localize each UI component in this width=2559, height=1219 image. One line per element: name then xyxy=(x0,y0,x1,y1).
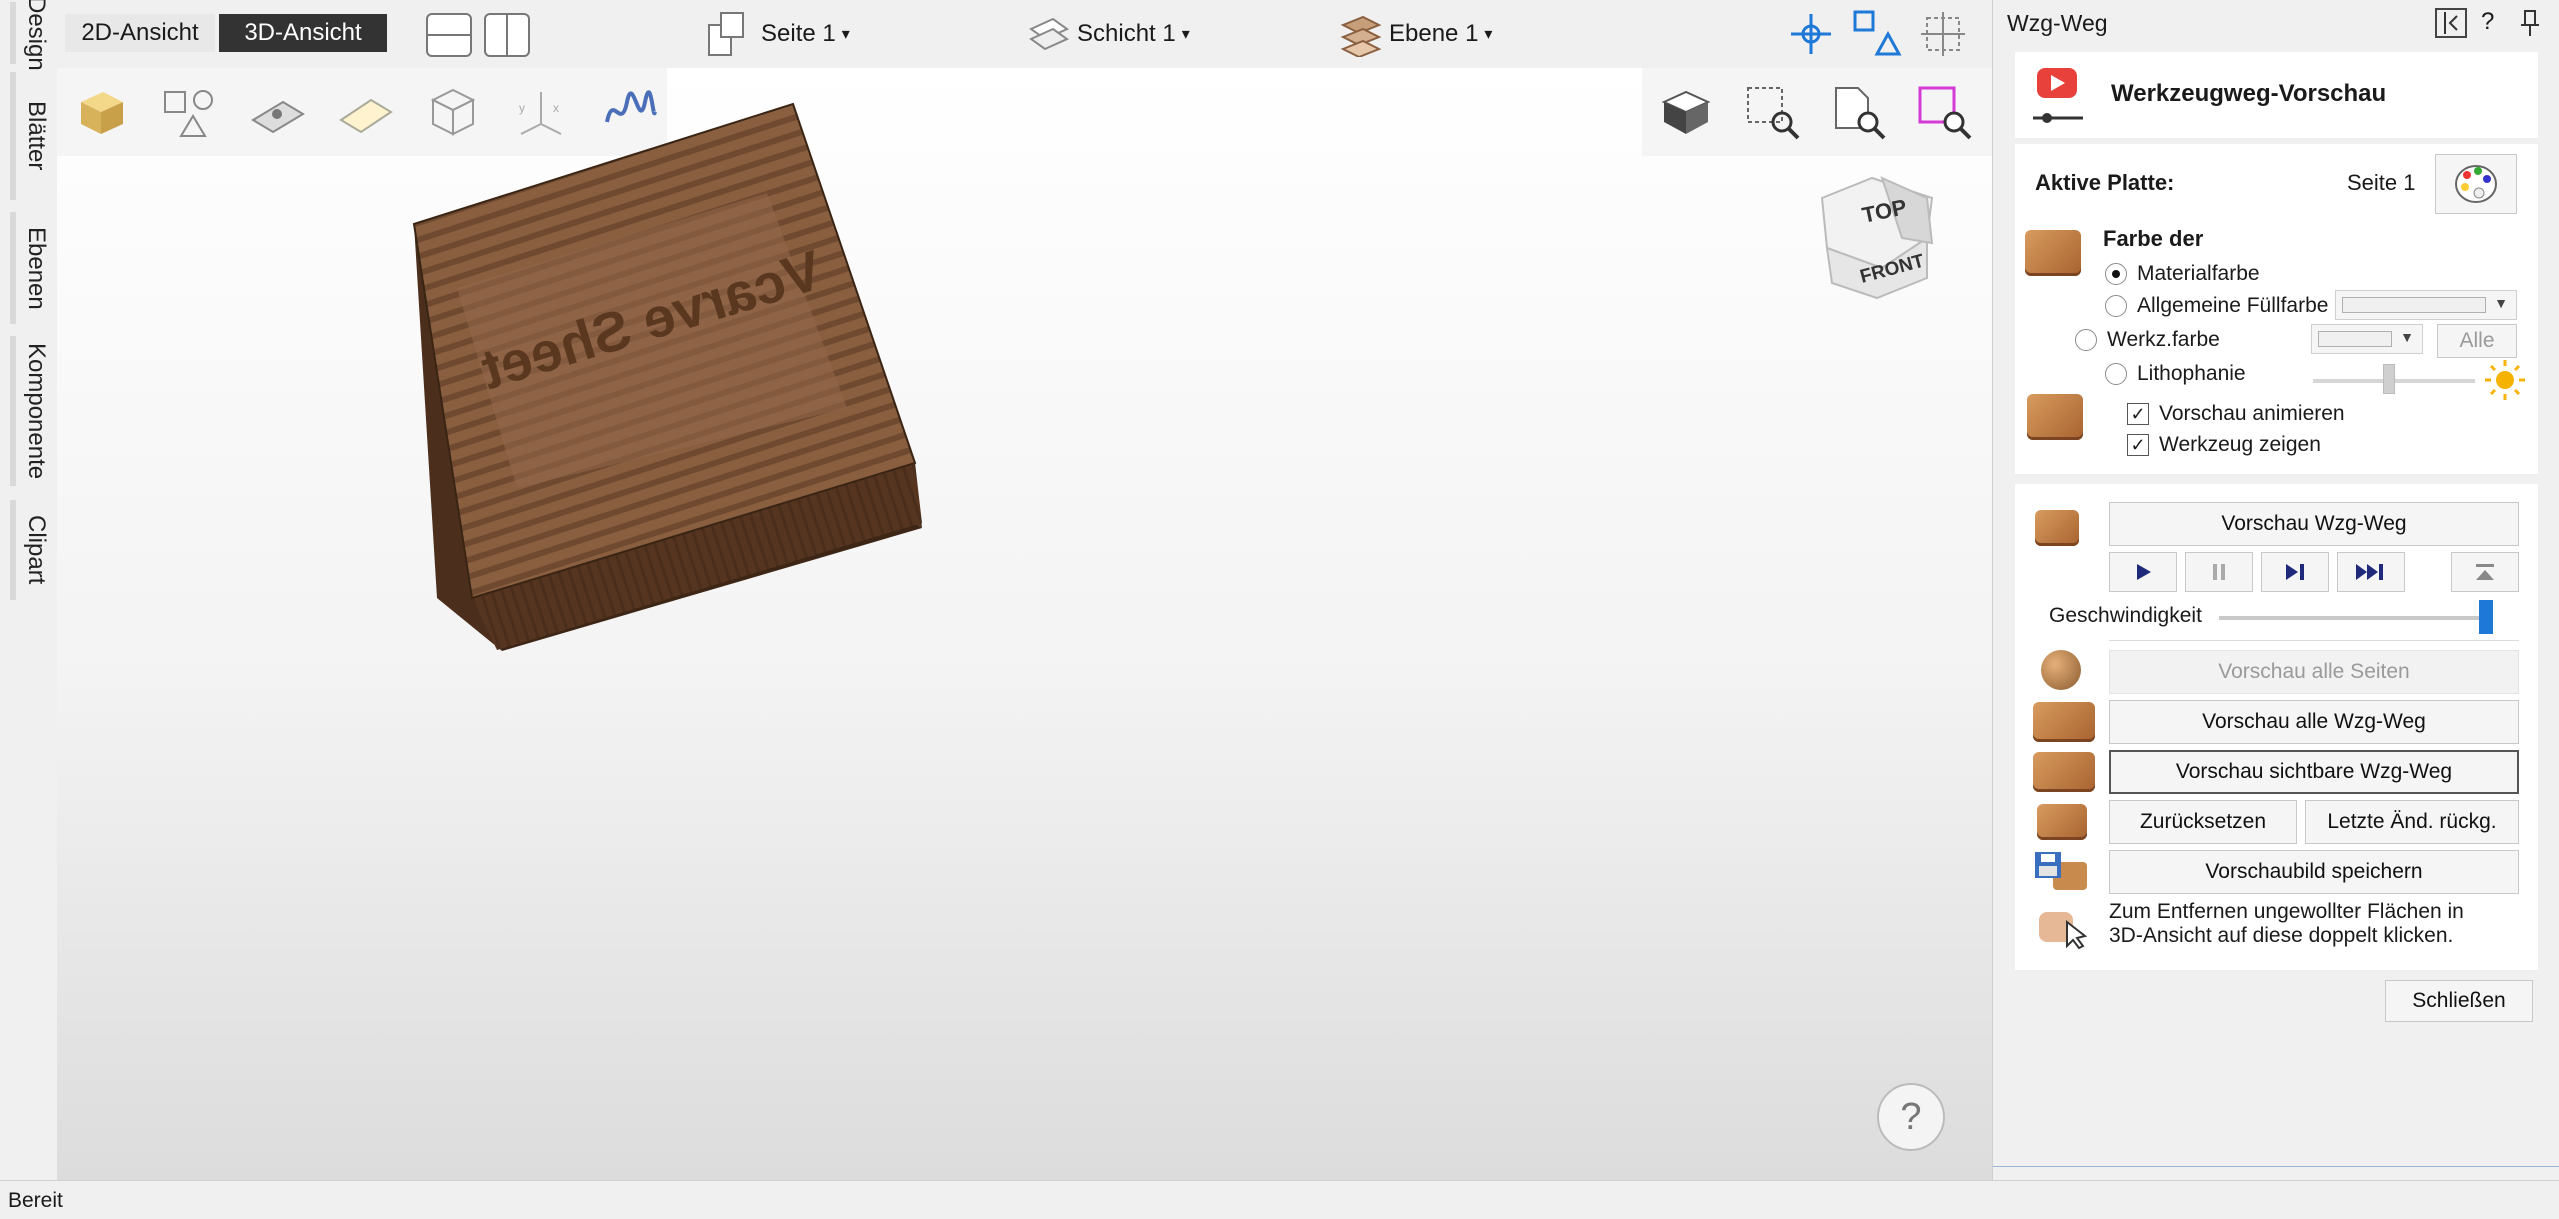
preview-all-sheets-icon xyxy=(2041,650,2081,690)
speed-slider[interactable] xyxy=(2219,616,2493,620)
3d-model-canvas[interactable]: Vcarve Sheet xyxy=(57,68,1992,1180)
double-click-hint-icon xyxy=(2037,904,2091,950)
separator xyxy=(2109,640,2519,641)
check-animate[interactable]: ✓ xyxy=(2127,403,2149,425)
layer-icon xyxy=(1029,17,1069,51)
hint-line-1: Zum Entfernen ungewollter Flächen in xyxy=(2109,900,2464,923)
step-forward-button[interactable] xyxy=(2261,552,2329,592)
tool-color-combo[interactable]: ▼ xyxy=(2311,324,2423,354)
status-bar: Bereit xyxy=(0,1180,2559,1219)
sheet-dropdown[interactable]: Seite 1 ▾ xyxy=(707,10,850,58)
tab-clipart[interactable]: Clipart xyxy=(10,500,56,600)
preview-actions-card: Vorschau Wzg-Weg Geschwindigkeit Vorscha… xyxy=(2015,484,2538,970)
check-show-tool-label: Werkzeug zeigen xyxy=(2159,433,2321,456)
tab-blaetter[interactable]: Blätter xyxy=(10,72,56,200)
radio-tool-color[interactable] xyxy=(2075,329,2097,351)
split-horizontal-icon[interactable] xyxy=(425,12,473,58)
panel-title: Wzg-Weg xyxy=(2007,10,2108,36)
split-vertical-icon[interactable] xyxy=(483,12,531,58)
sheet-icon xyxy=(708,12,744,56)
chevron-down-icon: ▼ xyxy=(2400,329,2414,345)
panel-header: Wzg-Weg ? xyxy=(1993,0,2559,46)
fill-color-combo[interactable]: ▼ xyxy=(2335,290,2517,320)
palette-icon xyxy=(2455,165,2497,203)
panel-bottom-border xyxy=(1993,1166,2559,1167)
snap-shape-icon[interactable] xyxy=(1851,8,1903,60)
step-forward-icon xyxy=(2286,564,2304,580)
preview-title: Werkzeugweg-Vorschau xyxy=(2111,80,2387,107)
check-show-tool[interactable]: ✓ xyxy=(2127,434,2149,456)
preview-header-card: Werkzeugweg-Vorschau xyxy=(2015,52,2538,138)
color-of-label: Farbe der xyxy=(2103,226,2204,251)
tab-komponente[interactable]: Komponente xyxy=(10,336,56,486)
help-button[interactable]: ? xyxy=(1877,1083,1945,1151)
color-settings-card: Aktive Platte: Seite 1 Farbe der Materia… xyxy=(2015,144,2538,474)
layer-dropdown[interactable]: Schicht 1 ▾ xyxy=(1025,10,1190,58)
reset-top-button[interactable] xyxy=(2451,552,2519,592)
check-animate-label: Vorschau animieren xyxy=(2159,402,2345,425)
pause-icon xyxy=(2213,564,2225,580)
level-dropdown[interactable]: Ebene 1 ▾ xyxy=(1337,10,1492,58)
tab-design[interactable]: Design xyxy=(10,0,56,70)
preview-visible-toolpaths-icon xyxy=(2033,752,2095,792)
view-2d-button[interactable]: 2D-Ansicht xyxy=(65,14,215,52)
snap-center-icon[interactable] xyxy=(1787,10,1835,58)
hint-line-2: 3D-Ansicht auf diese doppelt klicken. xyxy=(2109,924,2454,947)
chevron-down-icon: ▾ xyxy=(1181,26,1190,43)
pause-button[interactable] xyxy=(2185,552,2253,592)
radio-material-label: Materialfarbe xyxy=(2137,262,2260,285)
play-button[interactable] xyxy=(2109,552,2177,592)
radio-lithophane[interactable] xyxy=(2105,363,2127,385)
level-icon xyxy=(1340,15,1382,57)
all-button[interactable]: Alle xyxy=(2437,324,2517,358)
skip-end-button[interactable] xyxy=(2337,552,2405,592)
radio-material[interactable] xyxy=(2105,263,2127,285)
preview-toolpath-button[interactable]: Vorschau Wzg-Weg xyxy=(2109,502,2519,546)
reset-icon xyxy=(2037,804,2087,840)
play-icon xyxy=(2137,564,2151,580)
radio-lithophane-label: Lithophanie xyxy=(2137,362,2246,385)
chevron-down-icon: ▾ xyxy=(841,26,850,43)
speed-slider-thumb[interactable] xyxy=(2479,600,2493,634)
speed-label: Geschwindigkeit xyxy=(2049,604,2202,627)
sun-icon[interactable] xyxy=(2483,358,2527,402)
view-3d-button[interactable]: 3D-Ansicht xyxy=(219,14,387,52)
reset-button[interactable]: Zurücksetzen xyxy=(2109,800,2297,844)
material-color-icon xyxy=(2025,230,2081,276)
preview-toolpath-icon xyxy=(2035,510,2079,546)
preview-all-toolpaths-button[interactable]: Vorschau alle Wzg-Weg xyxy=(2109,700,2519,744)
arrow-up-bar-icon xyxy=(2476,564,2494,580)
save-preview-button[interactable]: Vorschaubild speichern xyxy=(2109,850,2519,894)
radio-general-fill-label: Allgemeine Füllfarbe xyxy=(2137,294,2329,317)
radio-tool-color-label: Werkz.farbe xyxy=(2107,328,2220,351)
preview-all-toolpaths-icon xyxy=(2033,702,2095,742)
3d-viewport[interactable]: yx Vcarve Sheet TOP FRONT ? xyxy=(57,68,1992,1180)
view-cube[interactable]: TOP FRONT xyxy=(1802,168,1952,318)
preview-visible-toolpaths-button[interactable]: Vorschau sichtbare Wzg-Weg xyxy=(2109,750,2519,794)
lithophane-slider-thumb[interactable] xyxy=(2383,364,2395,394)
close-button[interactable]: Schließen xyxy=(2385,980,2533,1022)
snap-grid-icon[interactable] xyxy=(1919,10,1967,58)
preview-all-sheets-button[interactable]: Vorschau alle Seiten xyxy=(2109,650,2519,694)
collapse-panel-icon[interactable] xyxy=(2435,8,2467,38)
panel-help-icon[interactable]: ? xyxy=(2481,8,2494,36)
active-plate-value: Seite 1 xyxy=(2347,170,2416,195)
pin-icon[interactable] xyxy=(2515,8,2545,38)
radio-general-fill[interactable] xyxy=(2105,295,2127,317)
chevron-down-icon: ▼ xyxy=(2494,295,2508,311)
skip-end-icon xyxy=(2356,564,2383,580)
left-tab-strip: Design Blätter Ebenen Komponente Clipart xyxy=(0,0,57,1180)
palette-button[interactable] xyxy=(2435,154,2517,214)
top-toolbar: 2D-Ansicht 3D-Ansicht Seite 1 ▾ Schicht 1… xyxy=(57,0,1992,68)
save-preview-icon xyxy=(2033,850,2089,894)
tab-ebenen[interactable]: Ebenen xyxy=(10,212,56,324)
active-plate-label: Aktive Platte: xyxy=(2035,170,2175,195)
toolpath-panel: Wzg-Weg ? Werkzeugweg-Vorschau Aktive Pl… xyxy=(1992,0,2559,1180)
animation-icon xyxy=(2027,394,2083,440)
undo-last-button[interactable]: Letzte Änd. rückg. xyxy=(2305,800,2519,844)
toolpath-preview-icon xyxy=(2029,62,2087,124)
status-text: Bereit xyxy=(8,1189,63,1212)
chevron-down-icon: ▾ xyxy=(1484,26,1493,43)
